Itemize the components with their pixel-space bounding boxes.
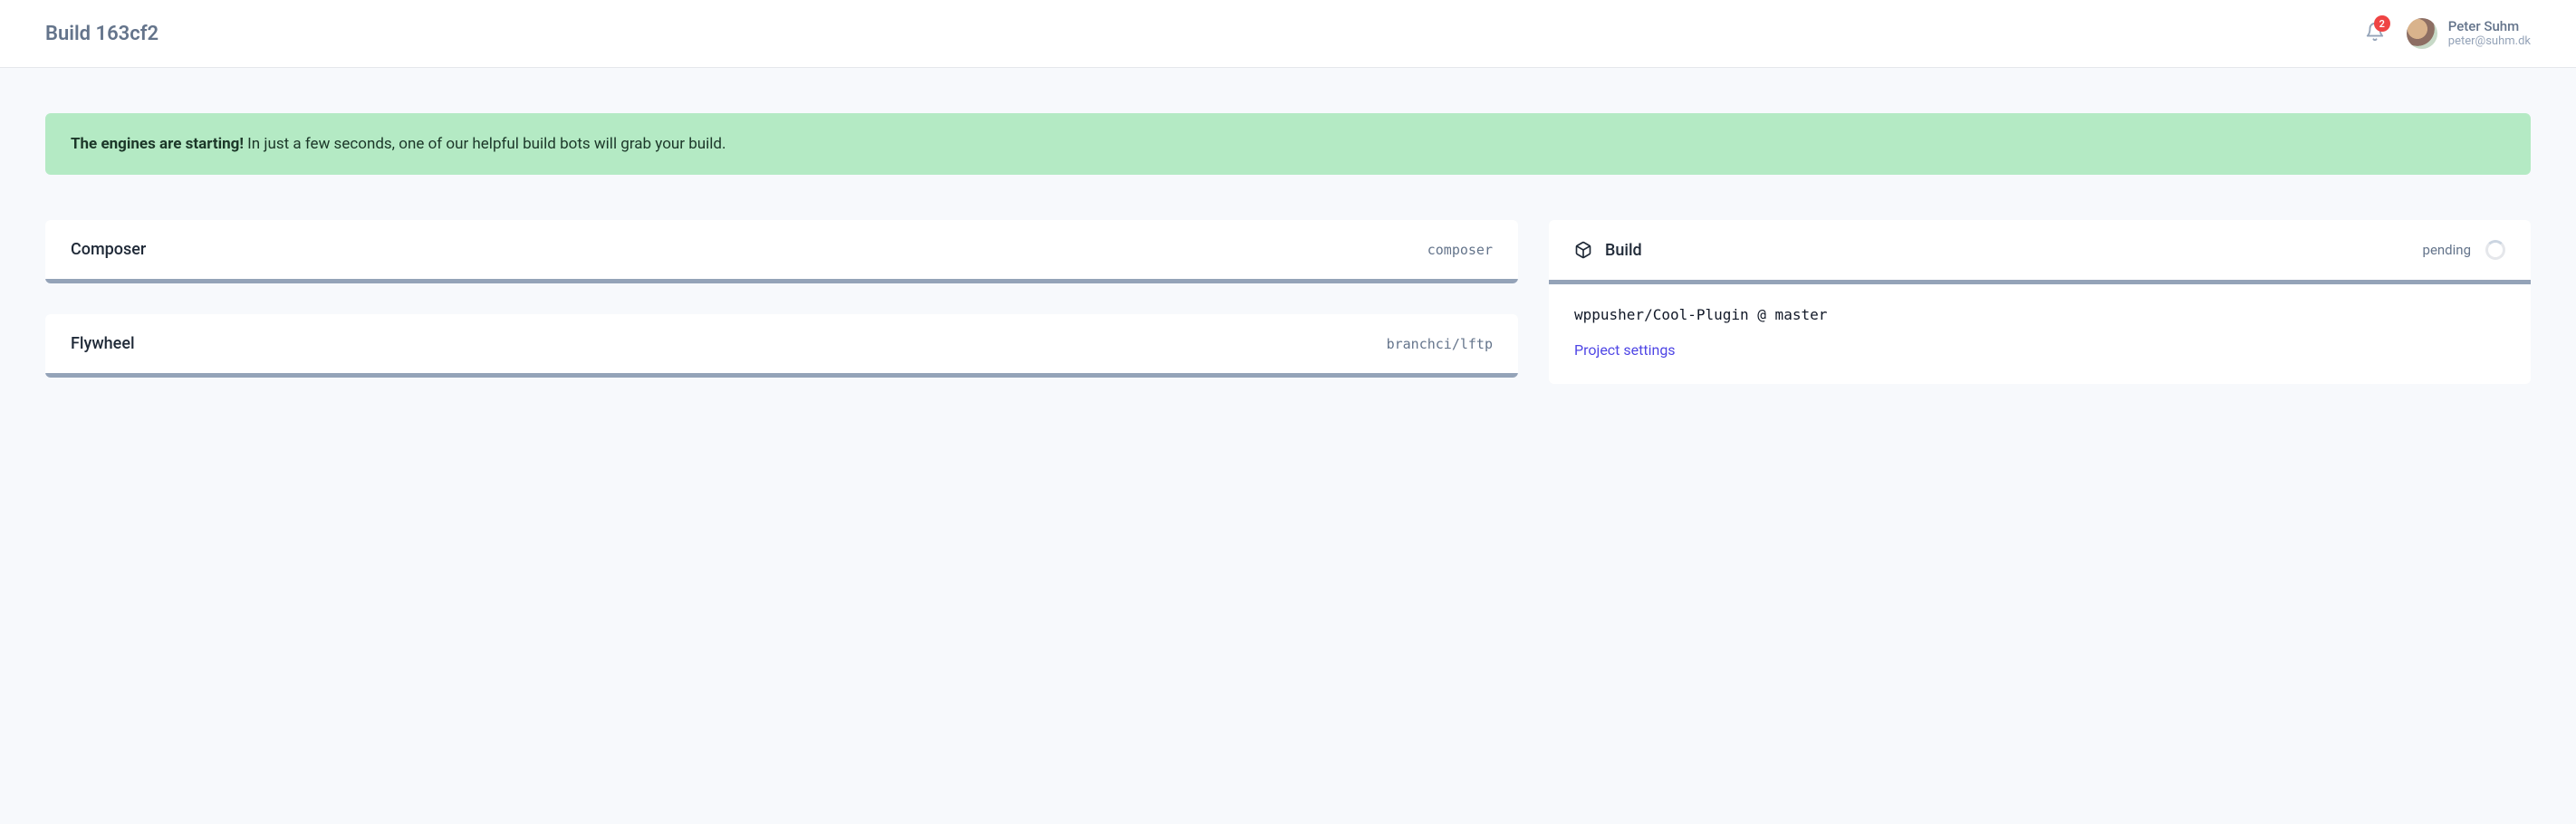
stage-meta: composer (1427, 242, 1493, 258)
user-name: Peter Suhm (2448, 18, 2531, 34)
build-panel: Build pending wppusher/Cool-Plugin @ mas… (1549, 220, 2531, 384)
package-icon (1574, 241, 1592, 259)
notifications-badge: 2 (2374, 15, 2390, 32)
stage-card-composer[interactable]: Composer composer (45, 220, 1518, 283)
project-settings-link[interactable]: Project settings (1574, 341, 1676, 359)
app-header: Build 163cf2 2 Peter Suhm peter@suhm.dk (0, 0, 2576, 68)
status-text: pending (2423, 242, 2471, 258)
build-title: Build (1605, 241, 1642, 260)
stages-column: Composer composer Flywheel branchci/lftp (45, 220, 1518, 378)
stage-meta: branchci/lftp (1387, 336, 1493, 352)
stage-card-flywheel[interactable]: Flywheel branchci/lftp (45, 314, 1518, 378)
page-title: Build 163cf2 (45, 23, 159, 45)
main-container: Composer composer Flywheel branchci/lftp… (0, 175, 2576, 429)
build-card: Build pending wppusher/Cool-Plugin @ mas… (1549, 220, 2531, 384)
repo-line: wppusher/Cool-Plugin @ master (1574, 306, 2505, 323)
alert-bold: The engines are starting! (71, 135, 244, 153)
spinner-icon (2485, 240, 2505, 260)
build-body: wppusher/Cool-Plugin @ master Project se… (1549, 284, 2531, 384)
user-menu[interactable]: Peter Suhm peter@suhm.dk (2407, 18, 2531, 49)
stage-title: Flywheel (71, 334, 135, 353)
build-status: pending (2423, 240, 2505, 260)
alert-area: The engines are starting! In just a few … (0, 68, 2576, 175)
notifications-button[interactable]: 2 (2365, 21, 2385, 46)
stage-title: Composer (71, 240, 146, 259)
card-header: Build pending (1549, 220, 2531, 284)
header-actions: 2 Peter Suhm peter@suhm.dk (2365, 18, 2531, 49)
build-title-wrap: Build (1574, 241, 1642, 260)
user-email: peter@suhm.dk (2448, 34, 2531, 49)
status-alert: The engines are starting! In just a few … (45, 113, 2531, 175)
card-header: Composer composer (45, 220, 1518, 283)
alert-text: In just a few seconds, one of our helpfu… (244, 135, 726, 153)
avatar (2407, 18, 2437, 49)
card-header: Flywheel branchci/lftp (45, 314, 1518, 378)
